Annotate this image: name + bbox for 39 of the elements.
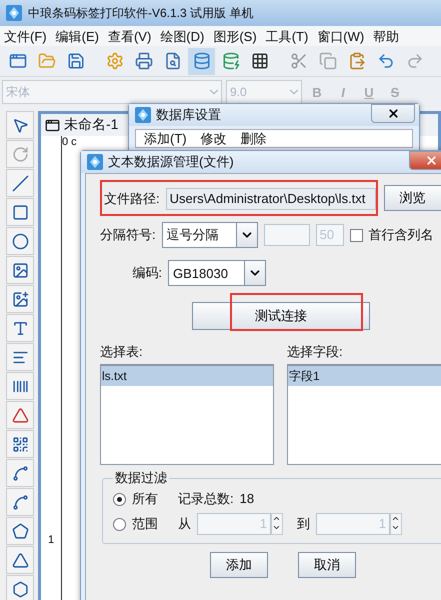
list-item[interactable]: ls.txt [101, 366, 273, 386]
group-title: 数据过滤 [114, 469, 168, 487]
menu-item[interactable]: 查看(V) [108, 28, 152, 44]
menu-item[interactable]: 文件(F) [4, 28, 47, 44]
encoding-select[interactable]: GB18030 [168, 260, 266, 286]
count-value: 18 [240, 491, 254, 507]
field-label: 编码: [131, 265, 162, 281]
document-tab[interactable]: 未命名-1 [64, 116, 118, 134]
menu-item[interactable]: 添加(T) [144, 131, 187, 146]
menu-item[interactable]: 帮助 [373, 28, 400, 44]
menu-item[interactable]: 绘图(D) [160, 28, 204, 44]
count-label: 记录总数: [178, 491, 234, 507]
list-label: 选择字段: [287, 344, 343, 360]
list-label: 选择表: [100, 344, 143, 360]
menu-item[interactable]: 删除 [240, 131, 267, 146]
separator-select[interactable]: 逗号分隔 [162, 222, 258, 248]
checkbox-label: 首行含列名 [368, 227, 434, 243]
menu-item[interactable]: 窗口(W) [317, 28, 364, 44]
menu-item[interactable]: 修改 [200, 131, 227, 146]
dialog-title: 数据库设置 [156, 106, 221, 124]
ruler-label: 1 [48, 534, 54, 546]
field-label: 分隔符号: [100, 227, 156, 243]
menu-item[interactable]: 图形(S) [213, 28, 257, 44]
dialog-button[interactable]: 取消 [298, 552, 356, 578]
menu-item[interactable]: 编辑(E) [56, 28, 99, 44]
window-title: 中琅条码标签打印软件-V6.1.3 试用版 单机 [28, 4, 254, 22]
radio-label: 所有 [132, 491, 158, 507]
field-label: 从 [178, 516, 191, 532]
ruler-label: 0 c [62, 136, 77, 150]
field-label: 文件路径: [104, 191, 160, 207]
field-label: 到 [297, 516, 310, 532]
radio-label: 范围 [132, 516, 158, 532]
test-connection-button[interactable]: 测试连接 [192, 302, 370, 330]
dialog-button[interactable]: 添加 [210, 552, 268, 578]
list-item[interactable]: 字段1 [288, 366, 441, 386]
menu-item[interactable]: 工具(T) [266, 28, 308, 44]
dialog-title: 文本数据源管理(文件) [108, 153, 234, 171]
browse-button[interactable]: 浏览 [384, 185, 441, 211]
path-field[interactable]: Users\Administrator\Desktop\ls.txt [166, 188, 376, 210]
